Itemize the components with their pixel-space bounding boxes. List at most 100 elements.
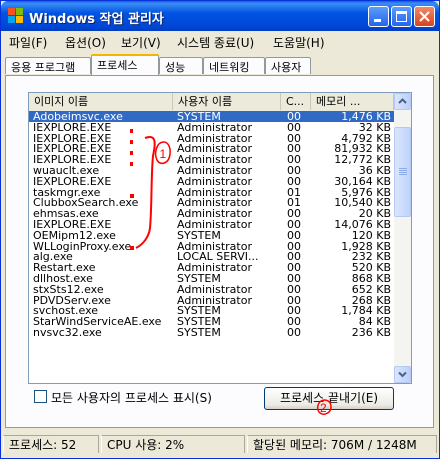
close-button[interactable] <box>414 6 435 27</box>
end-process-button[interactable]: 프로세스 끝내기(E) <box>264 387 394 410</box>
status-cpu-usage: CPU 사용: 2% <box>101 435 245 453</box>
process-memory: 20 KB <box>358 208 391 220</box>
process-cpu: 00 <box>287 132 301 144</box>
process-row[interactable]: ClubboxSearch.exe Administrator 01 10,540 K… <box>29 197 394 208</box>
process-image-name: IEXPLORE.EXE <box>33 175 112 187</box>
process-row[interactable]: IEXPLORE.EXE Administrator 00 30,164 KB <box>29 176 394 187</box>
menu-help[interactable]: 도움말(H) <box>273 34 325 51</box>
process-cpu: 00 <box>287 283 301 295</box>
menu-shutdown[interactable]: 시스템 종료(U) <box>177 34 254 51</box>
process-row[interactable]: PDVDServ.exe Administrator 00 268 KB <box>29 295 394 306</box>
process-cpu: 00 <box>287 240 301 252</box>
tab-performance[interactable]: 성능 <box>159 57 203 74</box>
task-manager-window: Windows 작업 관리자 파일(F) 옵션(O) 보기(V) 시스템 종료(… <box>0 0 440 459</box>
process-row[interactable]: IEXPLORE.EXE Administrator 00 14,076 KB <box>29 219 394 230</box>
process-cpu: 01 <box>287 186 301 198</box>
process-cpu: 00 <box>287 262 301 274</box>
process-row[interactable]: ehmsas.exe Administrator 00 20 KB <box>29 208 394 219</box>
process-cpu: 00 <box>287 229 301 241</box>
process-user-name: Administrator <box>177 218 252 230</box>
process-user-name: SYSTEM <box>177 272 221 284</box>
process-image-name: dllhost.exe <box>33 272 93 284</box>
process-user-name: Administrator <box>177 283 252 295</box>
menu-view[interactable]: 보기(V) <box>121 34 161 51</box>
tab-processes[interactable]: 프로세스 <box>91 54 159 75</box>
process-list[interactable]: 이미지 이름 사용자 이름 C... 메모리 ... Adobeimsvc.ex… <box>28 92 412 384</box>
process-image-name: OEMipm12.exe <box>33 229 116 241</box>
process-user-name: Administrator <box>177 208 252 220</box>
process-row[interactable]: IEXPLORE.EXE Administrator 00 81,932 KB <box>29 143 394 154</box>
minimize-button[interactable] <box>368 6 389 27</box>
process-image-name: ClubboxSearch.exe <box>33 197 139 209</box>
process-image-name: taskmgr.exe <box>33 186 101 198</box>
process-row[interactable]: OEMipm12.exe SYSTEM 00 120 KB <box>29 230 394 241</box>
process-row[interactable]: StarWindServiceAE.exe SYSTEM 00 84 KB <box>29 316 394 327</box>
process-memory: 652 KB <box>351 283 391 295</box>
process-row[interactable]: stxSts12.exe Administrator 00 652 KB <box>29 284 394 295</box>
process-row[interactable]: Adobeimsvc.exe SYSTEM 00 1,476 KB <box>29 111 394 122</box>
process-row[interactable]: alg.exe LOCAL SERVI... 00 232 KB <box>29 251 394 262</box>
process-cpu: 00 <box>287 305 301 317</box>
scroll-down-button[interactable] <box>394 366 411 383</box>
process-row[interactable]: wuauclt.exe Administrator 00 36 KB <box>29 165 394 176</box>
tab-users[interactable]: 사용자 <box>265 57 311 74</box>
grip-line <box>399 174 407 175</box>
process-image-name: PDVDServ.exe <box>33 294 111 306</box>
process-memory: 4,792 KB <box>341 132 391 144</box>
process-row[interactable]: nvsvc32.exe SYSTEM 00 236 KB <box>29 327 394 338</box>
process-row[interactable]: svchost.exe SYSTEM 00 1,784 KB <box>29 305 394 316</box>
process-memory: 81,932 KB <box>334 143 391 155</box>
process-user-name: Administrator <box>177 154 252 166</box>
process-user-name: Administrator <box>177 262 252 274</box>
process-memory: 10,540 KB <box>334 197 391 209</box>
process-row[interactable]: dllhost.exe SYSTEM 00 868 KB <box>29 273 394 284</box>
list-header: 이미지 이름 사용자 이름 C... 메모리 ... <box>29 93 411 112</box>
process-memory: 14,076 KB <box>334 218 391 230</box>
column-header-image-name[interactable]: 이미지 이름 <box>29 93 173 110</box>
tab-strip: 응용 프로그램 프로세스 성능 네트워킹 사용자 <box>1 54 439 76</box>
process-image-name: ehmsas.exe <box>33 208 99 220</box>
column-header-cpu[interactable]: C... <box>281 93 311 110</box>
process-image-name: Restart.exe <box>33 262 96 274</box>
process-memory: 268 KB <box>351 294 391 306</box>
menu-options[interactable]: 옵션(O) <box>65 34 106 51</box>
title-bar[interactable]: Windows 작업 관리자 <box>1 1 439 31</box>
menu-file[interactable]: 파일(F) <box>9 34 47 51</box>
process-row[interactable]: Restart.exe Administrator 00 520 KB <box>29 262 394 273</box>
tab-applications[interactable]: 응용 프로그램 <box>5 57 91 74</box>
grip-line <box>399 172 407 173</box>
column-header-user-name[interactable]: 사용자 이름 <box>173 93 281 110</box>
arrow-up-icon <box>398 98 407 104</box>
process-memory: 520 KB <box>351 262 391 274</box>
process-row[interactable]: taskmgr.exe Administrator 01 5,976 KB <box>29 187 394 198</box>
process-memory: 1,928 KB <box>341 240 391 252</box>
column-header-memory[interactable]: 메모리 ... <box>311 93 394 110</box>
process-cpu: 00 <box>287 121 301 133</box>
process-user-name: Administrator <box>177 175 252 187</box>
process-user-name: Administrator <box>177 132 252 144</box>
process-row[interactable]: IEXPLORE.EXE Administrator 00 32 KB <box>29 122 394 133</box>
vertical-scrollbar[interactable] <box>394 93 411 383</box>
process-rows: Adobeimsvc.exe SYSTEM 00 1,476 KB IEXPLORE.E… <box>29 111 394 338</box>
scroll-thumb[interactable] <box>394 127 411 217</box>
show-all-users-checkbox[interactable] <box>34 390 47 403</box>
process-user-name: SYSTEM <box>177 111 221 122</box>
process-row[interactable]: WLLoginProxy.exe Administrator 00 1,928 KB <box>29 241 394 252</box>
process-user-name: SYSTEM <box>177 316 221 328</box>
tab-networking[interactable]: 네트워킹 <box>203 57 265 74</box>
process-cpu: 00 <box>287 111 301 122</box>
process-memory: 120 KB <box>351 229 391 241</box>
process-cpu: 00 <box>287 143 301 155</box>
grip-line <box>399 170 407 171</box>
scroll-up-button[interactable] <box>394 93 411 110</box>
process-cpu: 00 <box>287 294 301 306</box>
process-row[interactable]: IEXPLORE.EXE Administrator 00 4,792 KB <box>29 133 394 144</box>
maximize-button[interactable] <box>391 6 412 27</box>
process-memory: 232 KB <box>351 251 391 263</box>
process-user-name: SYSTEM <box>177 229 221 241</box>
process-row[interactable]: IEXPLORE.EXE Administrator 00 12,772 KB <box>29 154 394 165</box>
process-cpu: 00 <box>287 175 301 187</box>
process-memory: 5,976 KB <box>341 186 391 198</box>
process-user-name: Administrator <box>177 197 252 209</box>
process-memory: 84 KB <box>358 316 391 328</box>
